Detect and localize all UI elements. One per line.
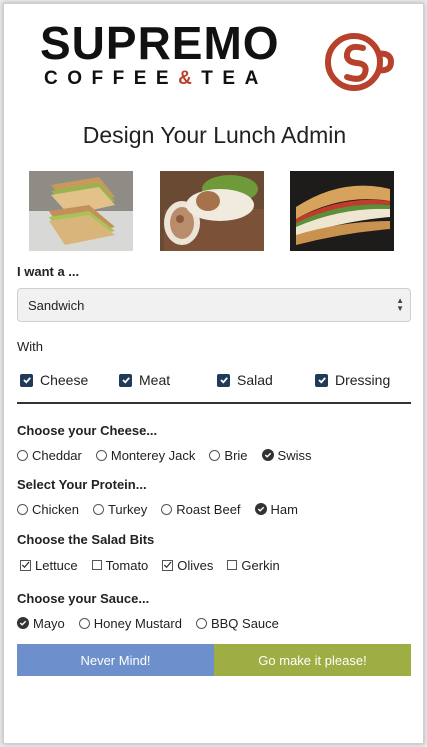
sauce-option-mayo[interactable]: Mayo xyxy=(17,616,65,631)
cheese-options: Cheddar Monterey Jack Brie Swiss xyxy=(17,446,326,464)
cheese-option-brie[interactable]: Brie xyxy=(209,448,248,463)
salad-option-lettuce[interactable]: Lettuce xyxy=(20,558,78,573)
cheese-option-cheddar[interactable]: Cheddar xyxy=(17,448,82,463)
check-icon xyxy=(119,373,132,387)
meal-type-label: I want a ... xyxy=(17,264,80,279)
checkbox-checked-icon xyxy=(162,559,174,571)
sandwich-photo xyxy=(29,171,133,251)
radio-icon xyxy=(209,449,221,461)
protein-option-ham[interactable]: Ham xyxy=(254,502,298,517)
wrap-photo xyxy=(160,171,264,251)
salad-option-tomato[interactable]: Tomato xyxy=(91,558,148,573)
sauce-options: Mayo Honey Mustard BBQ Sauce xyxy=(17,614,293,632)
never-mind-button[interactable]: Never Mind! xyxy=(17,644,214,676)
cheese-option-monterey-jack[interactable]: Monterey Jack xyxy=(95,448,195,463)
cheese-option-swiss[interactable]: Swiss xyxy=(261,448,312,463)
brand-tagline: COFFEE&TEA xyxy=(44,68,268,89)
page-title: Design Your Lunch Admin xyxy=(82,122,347,148)
sauce-heading: Choose your Sauce... xyxy=(17,591,150,606)
section-divider xyxy=(17,402,411,404)
select-arrows-icon: ▲ ▼ xyxy=(396,296,404,313)
with-dressing-label: Dressing xyxy=(335,372,391,388)
protein-heading: Select Your Protein... xyxy=(17,477,147,492)
with-cheese-checkbox[interactable]: Cheese xyxy=(20,370,88,390)
salad-options: Lettuce Tomato Olives Gerkin xyxy=(20,556,294,574)
brand-logo: SUPREMO COFFEE&TEA xyxy=(40,18,400,98)
radio-icon xyxy=(95,449,107,461)
with-meat-checkbox[interactable]: Meat xyxy=(119,370,170,390)
radio-checked-icon xyxy=(261,449,274,461)
salad-option-olives[interactable]: Olives xyxy=(162,558,213,573)
check-icon xyxy=(20,373,33,387)
checkbox-checked-icon xyxy=(20,559,31,571)
radio-icon xyxy=(17,503,28,515)
app-frame: SUPREMO COFFEE&TEA Design Your Lunch Adm… xyxy=(3,3,424,744)
protein-options: Chicken Turkey Roast Beef Ham xyxy=(17,500,312,518)
salad-option-gerkin[interactable]: Gerkin xyxy=(227,558,280,573)
salad-heading: Choose the Salad Bits xyxy=(17,532,155,547)
radio-icon xyxy=(195,617,207,629)
radio-icon xyxy=(161,503,173,515)
panini-photo xyxy=(290,171,394,251)
with-dressing-checkbox[interactable]: Dressing xyxy=(315,370,390,390)
coffee-cup-logo-icon xyxy=(325,33,395,91)
brand-name: SUPREMO xyxy=(40,17,280,69)
radio-checked-icon xyxy=(17,617,29,629)
checkbox-icon xyxy=(91,560,102,570)
check-icon xyxy=(217,373,230,387)
with-meat-label: Meat xyxy=(139,372,171,388)
radio-icon xyxy=(17,449,28,461)
with-cheese-label: Cheese xyxy=(40,372,89,388)
sauce-option-honey-mustard[interactable]: Honey Mustard xyxy=(78,616,182,631)
meal-type-value: Sandwich xyxy=(28,298,85,313)
submit-order-button[interactable]: Go make it please! xyxy=(214,644,411,676)
checkbox-icon xyxy=(227,560,238,570)
meal-type-select[interactable]: Sandwich ▲ ▼ xyxy=(17,288,411,322)
radio-icon xyxy=(92,503,104,515)
check-icon xyxy=(315,373,328,387)
with-salad-checkbox[interactable]: Salad xyxy=(217,370,273,390)
protein-option-roast-beef[interactable]: Roast Beef xyxy=(161,502,241,517)
protein-option-turkey[interactable]: Turkey xyxy=(92,502,147,517)
with-label: With xyxy=(17,339,43,354)
with-salad-label: Salad xyxy=(237,372,273,388)
cheese-heading: Choose your Cheese... xyxy=(17,423,158,438)
radio-checked-icon xyxy=(254,503,267,515)
sauce-option-bbq-sauce[interactable]: BBQ Sauce xyxy=(195,616,279,631)
radio-icon xyxy=(78,617,90,629)
protein-option-chicken[interactable]: Chicken xyxy=(17,502,79,517)
